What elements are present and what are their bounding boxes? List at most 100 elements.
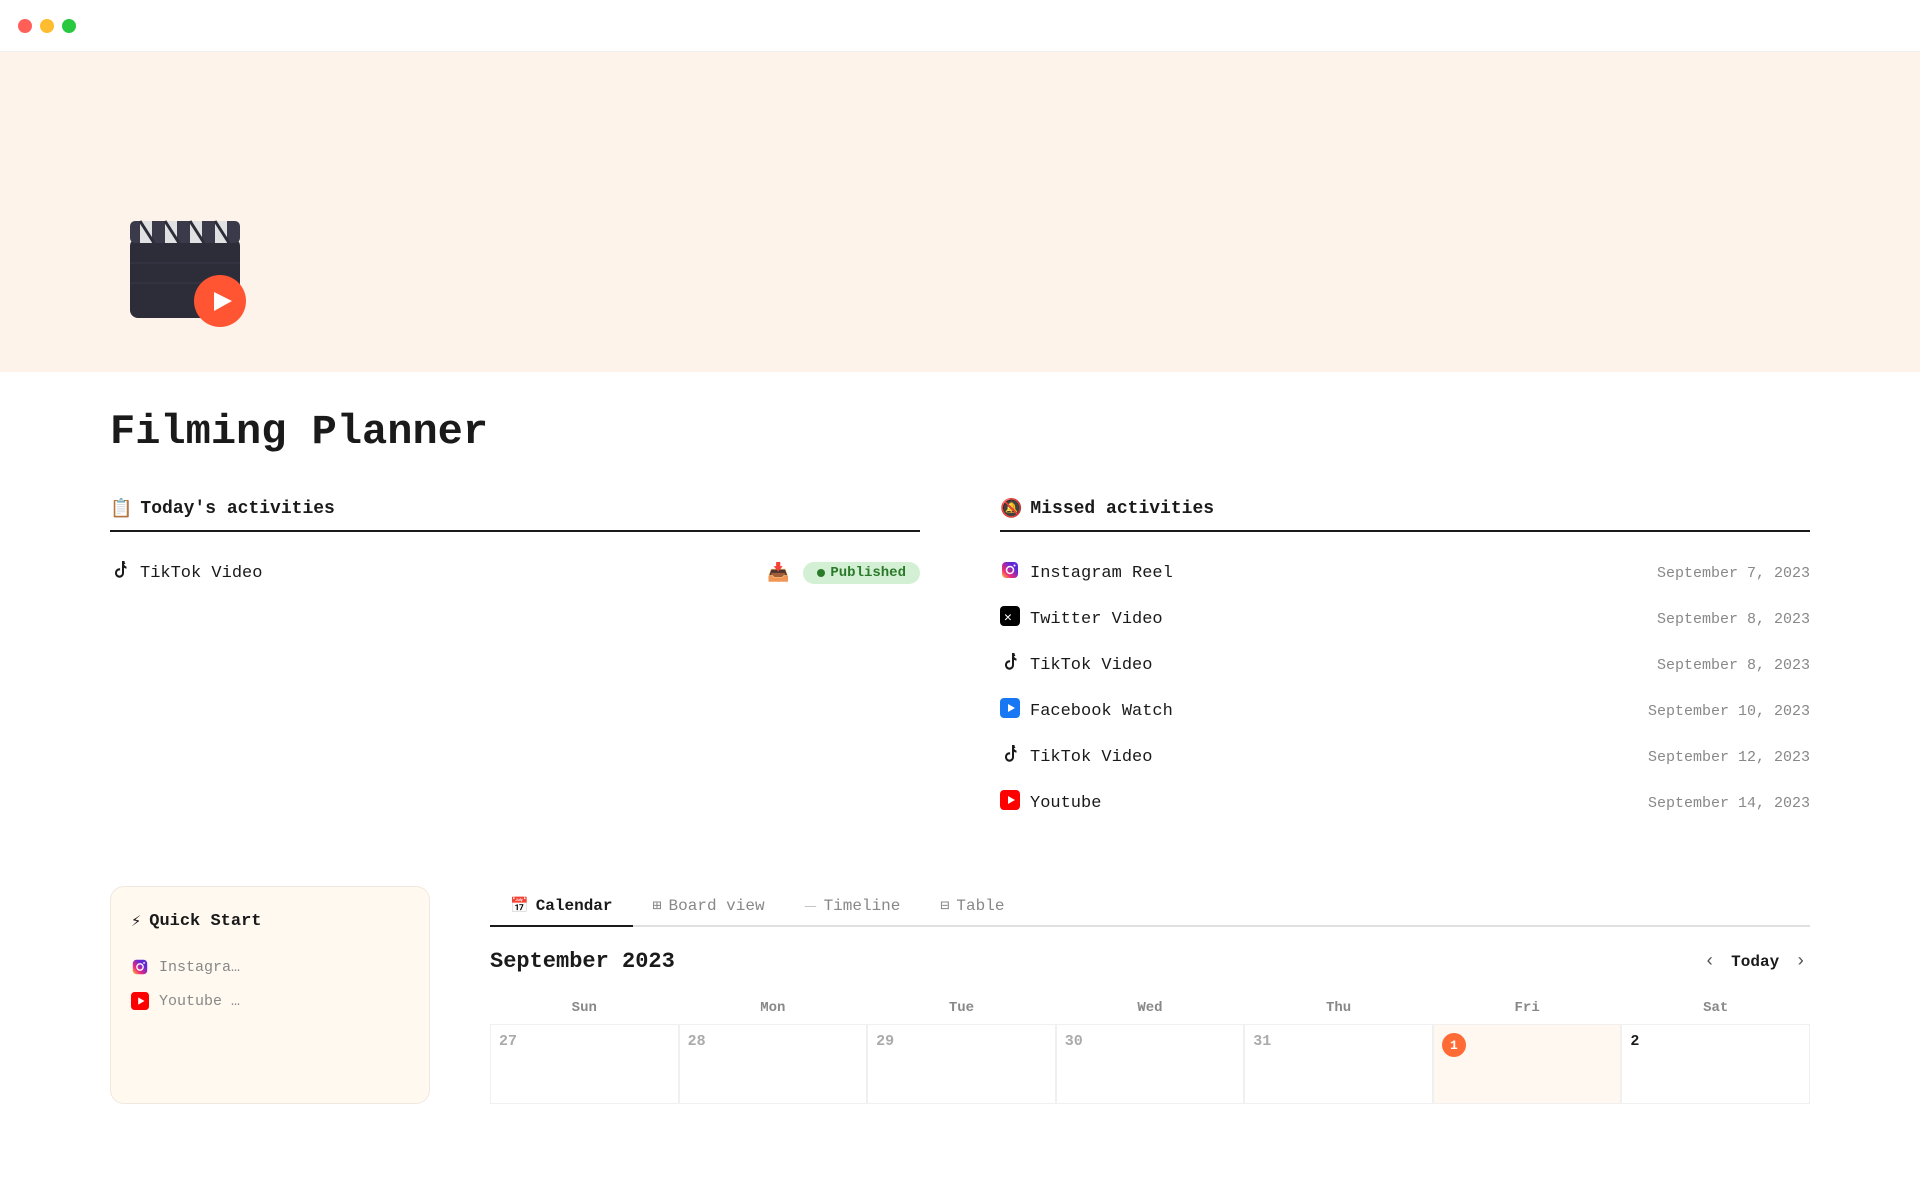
missed-activities-label: Missed activities [1030,499,1214,519]
cal-date-aug27: 27 [499,1033,670,1050]
maximize-button[interactable] [62,19,76,33]
day-header-tue: Tue [867,992,1056,1024]
cal-cell-sep1[interactable]: 1 [1433,1024,1622,1104]
page-title: Filming Planner [110,372,1810,498]
day-header-fri: Fri [1433,992,1622,1024]
published-badge: Published [803,562,920,584]
missed-youtube[interactable]: Youtube September 14, 2023 [1000,780,1810,826]
calendar-section: 📅 Calendar ⊞ Board view ⏤ Timeline ⊟ Tab… [490,886,1810,1104]
tab-table[interactable]: ⊟ Table [920,886,1024,927]
cal-date-aug30: 30 [1065,1033,1236,1050]
cal-date-aug28: 28 [688,1033,859,1050]
day-header-wed: Wed [1056,992,1245,1024]
missed-tiktok-date-2: September 12, 2023 [1648,749,1810,766]
quick-start-icon: ⚡ [131,911,141,932]
timeline-tab-label: Timeline [824,897,901,915]
calendar-grid: Sun Mon Tue Wed Thu Fri Sat 27 28 29 30 [490,992,1810,1104]
facebook-icon [1000,698,1020,724]
missed-twitter-label: Twitter Video [1030,610,1163,629]
tiktok-icon [110,560,130,586]
cal-cell-aug27[interactable]: 27 [490,1024,679,1104]
day-header-sun: Sun [490,992,679,1024]
missed-facebook-label: Facebook Watch [1030,702,1173,721]
board-tab-label: Board view [669,897,765,915]
missed-youtube-date: September 14, 2023 [1648,795,1810,812]
table-tab-icon: ⊟ [940,896,949,915]
cal-cell-aug30[interactable]: 30 [1056,1024,1245,1104]
missed-tiktok-label: TikTok Video [1030,656,1152,675]
hero-banner [0,52,1920,372]
board-tab-icon: ⊞ [653,896,662,915]
missed-activities-panel: 🔕 Missed activities [1000,498,1810,826]
cal-cell-aug29[interactable]: 29 [867,1024,1056,1104]
today-activities-panel: 📋 Today's activities TikTok Video 📥 [110,498,920,826]
twitter-icon: ✕ [1000,606,1020,632]
instagram-icon [1000,560,1020,586]
calendar-header: September 2023 ‹ Today › [490,949,1810,974]
today-activities-icon: 📋 [110,498,132,520]
main-content: Filming Planner 📋 Today's activities Tik… [0,372,1920,1104]
tiktok-icon-3 [1000,744,1020,770]
tab-timeline[interactable]: ⏤ Timeline [785,886,921,927]
calendar-tab-label: Calendar [536,897,613,915]
quick-start-youtube-label: Youtube … [159,993,240,1010]
today-activities-label: Today's activities [140,499,334,519]
calendar-nav: ‹ Today › [1700,952,1810,972]
missed-tiktok-video[interactable]: TikTok Video September 8, 2023 [1000,642,1810,688]
cal-date-sep2: 2 [1630,1033,1801,1050]
missed-twitter-date: September 8, 2023 [1657,611,1810,628]
missed-instagram-reel[interactable]: Instagram Reel September 7, 2023 [1000,550,1810,596]
quick-start-title: ⚡ Quick Start [131,911,409,932]
today-activity-tiktok[interactable]: TikTok Video 📥 Published [110,550,920,596]
table-tab-label: Table [956,897,1004,915]
calendar-tab-icon: 📅 [510,896,529,915]
day-header-thu: Thu [1244,992,1433,1024]
titlebar [0,0,1920,52]
missed-activities-icon: 🔕 [1000,498,1022,520]
youtube-icon [1000,790,1020,816]
timeline-tab-icon: ⏤ [805,897,817,915]
cal-date-aug31: 31 [1253,1033,1424,1050]
cal-date-sep1: 1 [1442,1033,1613,1057]
published-label: Published [830,565,906,581]
missed-activities-header: 🔕 Missed activities [1000,498,1810,532]
missed-instagram-date: September 7, 2023 [1657,565,1810,582]
minimize-button[interactable] [40,19,54,33]
cal-cell-sep2[interactable]: 2 [1621,1024,1810,1104]
close-button[interactable] [18,19,32,33]
today-button[interactable]: Today [1731,953,1779,971]
missed-youtube-label: Youtube [1030,794,1101,813]
day-header-mon: Mon [679,992,868,1024]
quick-start-card: ⚡ Quick Start Instagra… [110,886,430,1104]
next-month-button[interactable]: › [1791,952,1810,972]
tiktok-icon-2 [1000,652,1020,678]
calendar-month: September 2023 [490,949,675,974]
cal-cell-aug28[interactable]: 28 [679,1024,868,1104]
today-activities-header: 📋 Today's activities [110,498,920,532]
inbox-icon: 📥 [767,562,789,584]
quick-start-youtube[interactable]: Youtube … [131,984,409,1018]
quick-start-instagram[interactable]: Instagra… [131,950,409,984]
quick-start-instagram-label: Instagra… [159,959,240,976]
published-dot [817,569,825,577]
day-header-sat: Sat [1621,992,1810,1024]
tab-board-view[interactable]: ⊞ Board view [633,886,785,927]
bottom-section: ⚡ Quick Start Instagra… [110,886,1810,1104]
svg-text:✕: ✕ [1004,610,1012,625]
cal-cell-aug31[interactable]: 31 [1244,1024,1433,1104]
missed-tiktok-date: September 8, 2023 [1657,657,1810,674]
missed-facebook-watch[interactable]: Facebook Watch September 10, 2023 [1000,688,1810,734]
missed-tiktok-video-2[interactable]: TikTok Video September 12, 2023 [1000,734,1810,780]
activities-section: 📋 Today's activities TikTok Video 📥 [110,498,1810,826]
quick-start-label: Quick Start [149,912,261,931]
tiktok-video-label: TikTok Video [140,564,262,583]
cal-date-aug29: 29 [876,1033,1047,1050]
missed-facebook-date: September 10, 2023 [1648,703,1810,720]
prev-month-button[interactable]: ‹ [1700,952,1719,972]
hero-icon [110,183,270,372]
missed-instagram-label: Instagram Reel [1030,564,1173,583]
view-tabs: 📅 Calendar ⊞ Board view ⏤ Timeline ⊟ Tab… [490,886,1810,927]
missed-twitter-video[interactable]: ✕ Twitter Video September 8, 2023 [1000,596,1810,642]
tab-calendar[interactable]: 📅 Calendar [490,886,633,927]
missed-tiktok-label-2: TikTok Video [1030,748,1152,767]
